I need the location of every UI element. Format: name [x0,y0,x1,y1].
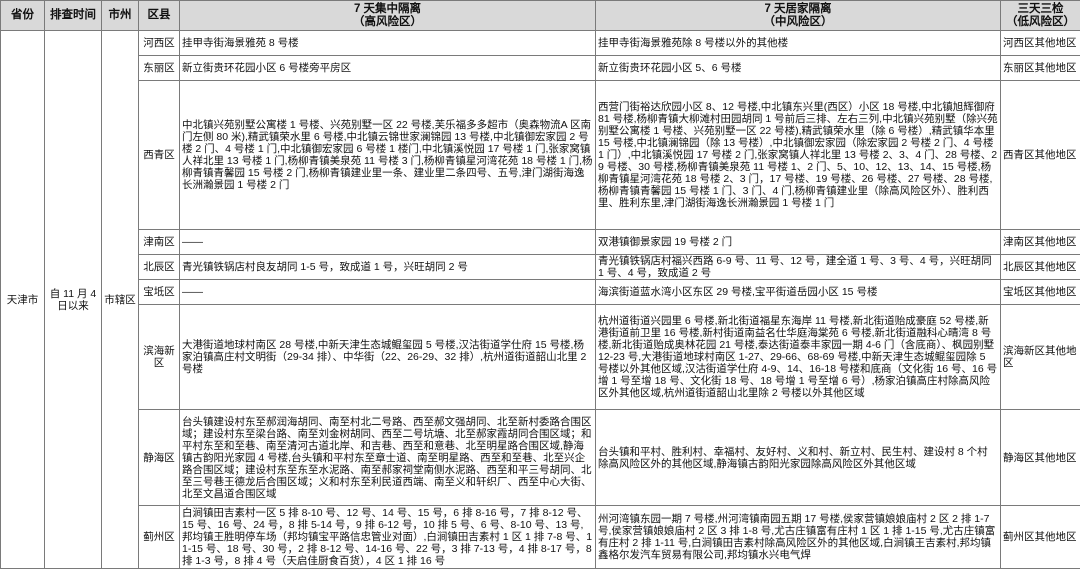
low-risk-cell: 津南区其他地区 [1001,230,1080,255]
table-row: 蓟州区 白涧镇田吉素村一区 5 排 8-10 号、12 号、14 号、15 号，… [1,506,1080,569]
header-low-risk-line2: （低风险区） [1003,16,1078,29]
mid-risk-cell: 台头镇和平村、胜利村、幸福村、友好村、义和村、新立村、民生村、建设村 8 个村除… [596,410,1001,506]
district-cell: 河西区 [139,31,180,56]
high-risk-cell: 大港街道地球村南区 28 号楼,中新天津生态城鲲玺园 5 号楼,汉沽街道学仕府 … [180,305,596,410]
mid-risk-cell: 双港镇御景家园 19 号楼 2 门 [596,230,1001,255]
header-row: 省份 排查时间 市州 区县 7 天集中隔离 （高风险区） 7 天居家隔离 （中风… [1,1,1080,31]
header-low-risk: 三天三检 （低风险区） [1001,1,1080,31]
header-high-risk-line1: 7 天集中隔离 [182,3,593,16]
table-row: 滨海新区 大港街道地球村南区 28 号楼,中新天津生态城鲲玺园 5 号楼,汉沽街… [1,305,1080,410]
district-cell: 西青区 [139,81,180,230]
header-mid-risk-line1: 7 天居家隔离 [598,3,998,16]
mid-risk-cell: 西营门街裕达欣园小区 8、12 号楼,中北镇东兴里(西区）小区 18 号楼,中北… [596,81,1001,230]
high-risk-cell: 新立街贵环花园小区 6 号楼旁平房区 [180,56,596,81]
header-check-time: 排查时间 [45,1,102,31]
check-time-cell: 自 11 月 4 日以来 [45,31,102,569]
district-cell: 滨海新区 [139,305,180,410]
table-row: 东丽区 新立街贵环花园小区 6 号楼旁平房区 新立街贵环花园小区 5、6 号楼 … [1,56,1080,81]
header-city: 市州 [102,1,139,31]
risk-area-table: 省份 排查时间 市州 区县 7 天集中隔离 （高风险区） 7 天居家隔离 （中风… [0,0,1080,569]
high-risk-cell: 青光镇铁锅店村良友胡同 1-5 号，致成道 1 号，兴旺胡同 2 号 [180,255,596,280]
header-district: 区县 [139,1,180,31]
high-risk-cell: —— [180,280,596,305]
table-row: 宝坻区 —— 海滨街道蓝水湾小区东区 29 号楼,宝平街道岳园小区 15 号楼 … [1,280,1080,305]
high-risk-cell: 台头镇建设村东至郝润海胡同、南至村北二号路、西至郝文强胡同、北至新村委路合围区域… [180,410,596,506]
district-cell: 静海区 [139,410,180,506]
table-row: 静海区 台头镇建设村东至郝润海胡同、南至村北二号路、西至郝文强胡同、北至新村委路… [1,410,1080,506]
low-risk-cell: 东丽区其他地区 [1001,56,1080,81]
header-low-risk-line1: 三天三检 [1003,3,1078,16]
header-high-risk-line2: （高风险区） [182,16,593,29]
mid-risk-cell: 青光镇铁锅店村福兴西路 6-9 号、11 号、12 号，建全道 1 号、3 号、… [596,255,1001,280]
low-risk-cell: 北辰区其他地区 [1001,255,1080,280]
mid-risk-cell: 杭州道街道兴园里 6 号楼,新北街道福星东海岸 11 号楼,新北街道贻成豪庭 5… [596,305,1001,410]
mid-risk-cell: 州河湾镇东园一期 7 号楼,州河湾镇南园五期 17 号楼,侯家营镇娘娘庙村 2 … [596,506,1001,569]
low-risk-cell: 西青区其他地区 [1001,81,1080,230]
table-row: 北辰区 青光镇铁锅店村良友胡同 1-5 号，致成道 1 号，兴旺胡同 2 号 青… [1,255,1080,280]
high-risk-cell: —— [180,230,596,255]
low-risk-cell: 河西区其他地区 [1001,31,1080,56]
low-risk-cell: 蓟州区其他地区 [1001,506,1080,569]
header-mid-risk: 7 天居家隔离 （中风险区） [596,1,1001,31]
table-row: 天津市 自 11 月 4 日以来 市辖区 河西区 挂甲寺街海景雅苑 8 号楼 挂… [1,31,1080,56]
district-cell: 津南区 [139,230,180,255]
high-risk-cell: 挂甲寺街海景雅苑 8 号楼 [180,31,596,56]
header-province: 省份 [1,1,45,31]
table-row: 西青区 中北镇兴苑别墅公寓楼 1 号楼、兴苑别墅一区 22 号楼,芙乐福多多超市… [1,81,1080,230]
city-cell: 市辖区 [102,31,139,569]
low-risk-cell: 宝坻区其他地区 [1001,280,1080,305]
header-mid-risk-line2: （中风险区） [598,16,998,29]
header-high-risk: 7 天集中隔离 （高风险区） [180,1,596,31]
district-cell: 东丽区 [139,56,180,81]
low-risk-cell: 滨海新区其他地区 [1001,305,1080,410]
province-cell: 天津市 [1,31,45,569]
high-risk-cell: 中北镇兴苑别墅公寓楼 1 号楼、兴苑别墅一区 22 号楼,芙乐福多多超市（奥森物… [180,81,596,230]
district-cell: 北辰区 [139,255,180,280]
district-cell: 宝坻区 [139,280,180,305]
district-cell: 蓟州区 [139,506,180,569]
high-risk-cell: 白涧镇田吉素村一区 5 排 8-10 号、12 号、14 号、15 号，6 排 … [180,506,596,569]
low-risk-cell: 静海区其他地区 [1001,410,1080,506]
mid-risk-cell: 新立街贵环花园小区 5、6 号楼 [596,56,1001,81]
table-row: 津南区 —— 双港镇御景家园 19 号楼 2 门 津南区其他地区 [1,230,1080,255]
mid-risk-cell: 海滨街道蓝水湾小区东区 29 号楼,宝平街道岳园小区 15 号楼 [596,280,1001,305]
mid-risk-cell: 挂甲寺街海景雅苑除 8 号楼以外的其他楼 [596,31,1001,56]
